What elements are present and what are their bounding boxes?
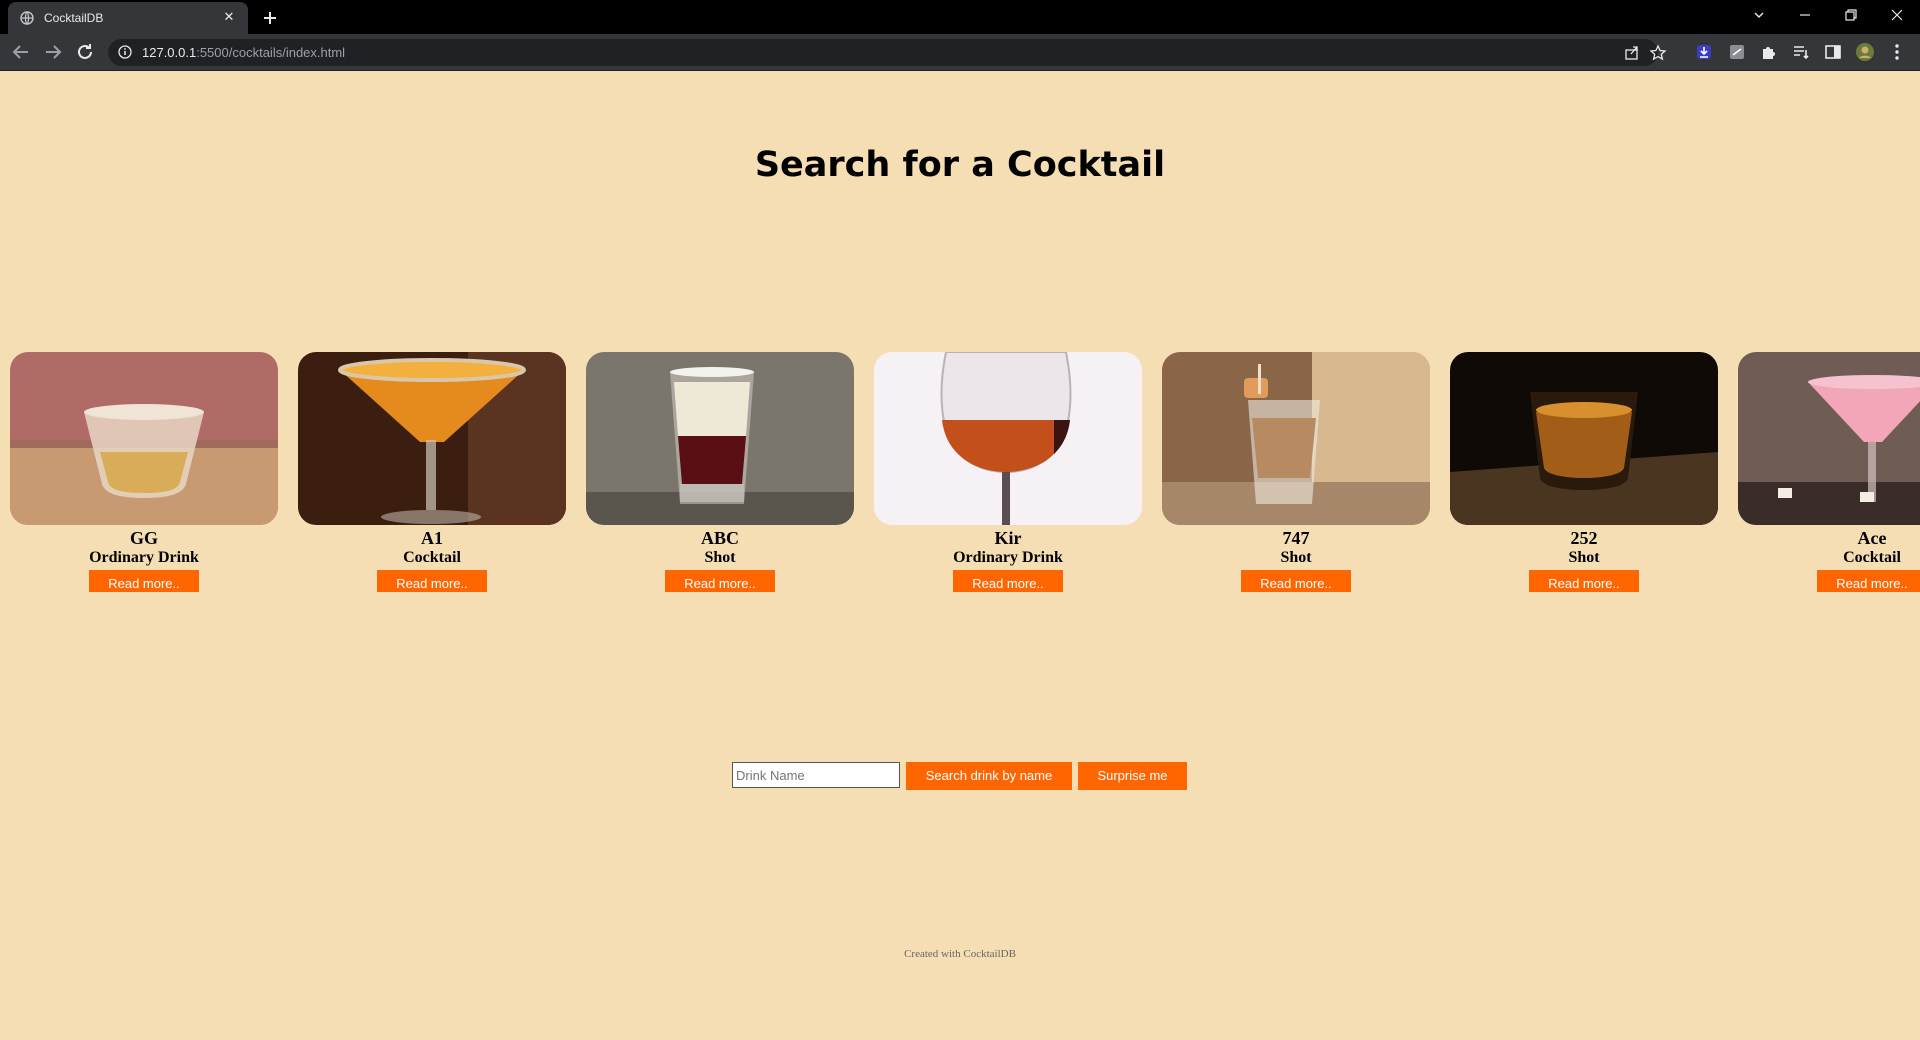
menu-kebab-icon[interactable] bbox=[1887, 42, 1907, 62]
cocktail-category: Shot bbox=[1280, 549, 1312, 566]
read-more-button[interactable]: Read more.. bbox=[1241, 570, 1351, 592]
bookmark-star-icon[interactable] bbox=[1649, 44, 1667, 62]
cocktail-category: Shot bbox=[704, 549, 736, 566]
cocktail-name: Kir bbox=[994, 528, 1022, 548]
cocktail-category: Shot bbox=[1568, 549, 1600, 566]
cocktail-card: A1 Cocktail Read more.. bbox=[298, 352, 566, 592]
read-more-button[interactable]: Read more.. bbox=[89, 570, 199, 592]
cocktail-image[interactable] bbox=[874, 352, 1142, 525]
cocktail-image[interactable] bbox=[1450, 352, 1718, 525]
address-bar[interactable]: 127.0.0.1:5500/cocktails/index.html bbox=[108, 39, 1667, 66]
reading-list-icon[interactable] bbox=[1791, 42, 1811, 62]
back-arrow-icon[interactable] bbox=[9, 40, 33, 64]
cocktail-category: Cocktail bbox=[403, 549, 461, 566]
cocktail-name: 747 bbox=[1282, 528, 1310, 548]
restore-icon[interactable] bbox=[1828, 0, 1874, 30]
surprise-me-button[interactable]: Surprise me bbox=[1078, 762, 1187, 790]
cocktail-card: Ace Cocktail Read more.. bbox=[1738, 352, 1920, 592]
cocktail-category: Ordinary Drink bbox=[89, 549, 199, 566]
drink-name-input[interactable] bbox=[732, 762, 900, 788]
cocktail-carousel: GG Ordinary Drink Read more.. A1 Cocktai… bbox=[10, 352, 1920, 592]
cocktail-category: Ordinary Drink bbox=[953, 549, 1063, 566]
cocktail-image[interactable] bbox=[298, 352, 566, 525]
cocktail-name: A1 bbox=[421, 528, 443, 548]
cocktail-name: Ace bbox=[1857, 528, 1887, 548]
close-tab-icon[interactable]: ✕ bbox=[220, 8, 238, 26]
forward-arrow-icon[interactable] bbox=[41, 40, 65, 64]
cocktail-name: GG bbox=[129, 528, 158, 548]
browser-tab[interactable]: CocktailDB ✕ bbox=[8, 2, 248, 34]
footer-credit: Created with CocktailDB bbox=[904, 948, 1016, 960]
url-host: 127.0.0.1 bbox=[142, 45, 197, 60]
tab-title: CocktailDB bbox=[44, 11, 104, 25]
page-title: Search for a Cocktail bbox=[754, 145, 1166, 185]
cocktail-image[interactable] bbox=[586, 352, 854, 525]
read-more-button[interactable]: Read more.. bbox=[1817, 570, 1920, 592]
puzzle-icon[interactable] bbox=[1759, 42, 1779, 62]
read-more-button[interactable]: Read more.. bbox=[665, 570, 775, 592]
share-icon[interactable] bbox=[1623, 44, 1641, 62]
cocktail-name: ABC bbox=[700, 528, 739, 548]
extension-icon[interactable] bbox=[1727, 42, 1747, 62]
reload-icon[interactable] bbox=[73, 40, 97, 64]
browser-toolbar: 127.0.0.1:5500/cocktails/index.html bbox=[0, 34, 1920, 71]
minimize-icon[interactable] bbox=[1782, 0, 1828, 30]
cocktail-card: ABC Shot Read more.. bbox=[586, 352, 854, 592]
page-content: Search for a Cocktail GG Ordinary Drink … bbox=[0, 71, 1920, 1040]
cocktail-card: 747 Shot Read more.. bbox=[1162, 352, 1430, 592]
read-more-button[interactable]: Read more.. bbox=[377, 570, 487, 592]
search-by-name-button[interactable]: Search drink by name bbox=[906, 762, 1072, 790]
read-more-button[interactable]: Read more.. bbox=[1529, 570, 1639, 592]
info-icon[interactable] bbox=[118, 45, 132, 59]
tab-search-icon[interactable] bbox=[1736, 0, 1782, 30]
cocktail-image[interactable] bbox=[1738, 352, 1920, 525]
side-panel-icon[interactable] bbox=[1823, 42, 1843, 62]
globe-icon bbox=[20, 11, 34, 25]
cocktail-image[interactable] bbox=[10, 352, 278, 525]
cocktail-image[interactable] bbox=[1162, 352, 1430, 525]
download-extension-icon[interactable] bbox=[1694, 42, 1714, 62]
profile-avatar-icon[interactable] bbox=[1855, 42, 1875, 62]
cocktail-category: Cocktail bbox=[1843, 549, 1901, 566]
close-window-icon[interactable] bbox=[1874, 0, 1920, 30]
new-tab-icon[interactable] bbox=[258, 6, 282, 30]
cocktail-card: GG Ordinary Drink Read more.. bbox=[10, 352, 278, 592]
cocktail-card: 252 Shot Read more.. bbox=[1450, 352, 1718, 592]
read-more-button[interactable]: Read more.. bbox=[953, 570, 1063, 592]
url-text: 127.0.0.1:5500/cocktails/index.html bbox=[142, 45, 345, 60]
cocktail-card: Kir Ordinary Drink Read more.. bbox=[874, 352, 1142, 592]
cocktail-name: 252 bbox=[1570, 528, 1598, 548]
url-path: :5500/cocktails/index.html bbox=[196, 45, 346, 60]
browser-tab-strip: CocktailDB ✕ bbox=[0, 0, 1920, 34]
